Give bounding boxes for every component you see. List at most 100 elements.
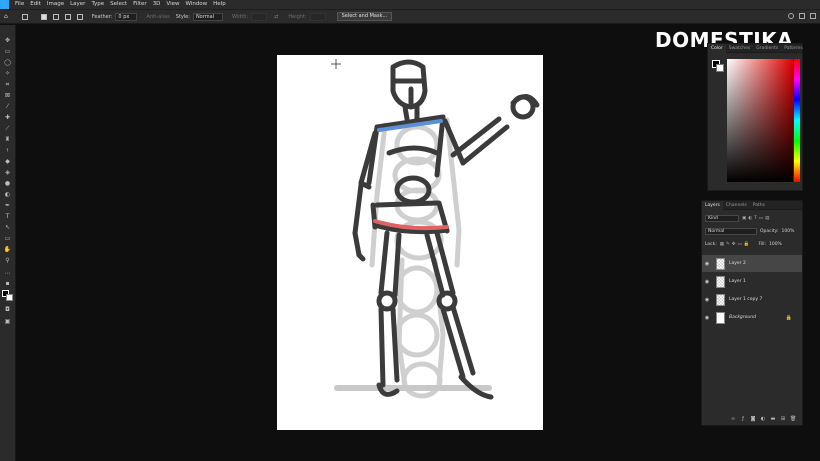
type-tool-icon[interactable]: T <box>3 213 12 220</box>
layer-row-layer-1-copy-7[interactable]: ◉ Layer 1 copy 7 <box>702 291 802 308</box>
eyedropper-icon[interactable]: ⁄ <box>3 103 12 110</box>
intersect-selection-icon[interactable] <box>76 13 83 20</box>
quick-mask-icon[interactable]: ◘ <box>3 306 12 313</box>
hand-tool-icon[interactable]: ✋ <box>3 246 12 253</box>
layer-row-layer-1[interactable]: ◉ Layer 1 <box>702 273 802 290</box>
delete-layer-icon[interactable]: 🗑 <box>790 416 796 422</box>
style-select[interactable]: Normal <box>192 12 223 21</box>
antialias-checkbox[interactable]: Anti-alias <box>146 14 169 20</box>
rectangle-tool-icon[interactable]: ▭ <box>3 235 12 242</box>
tab-swatches[interactable]: Swatches <box>726 44 754 53</box>
layer-row-background[interactable]: ◉ Background 🔒 <box>702 309 802 326</box>
fill-value[interactable]: 100% <box>769 242 782 247</box>
menu-3d[interactable]: 3D <box>150 0 164 9</box>
new-selection-icon[interactable] <box>40 13 47 20</box>
menu-help[interactable]: Help <box>210 0 229 9</box>
eye-icon[interactable]: ◉ <box>702 297 712 303</box>
eye-icon[interactable]: ◉ <box>702 261 712 267</box>
menu-image[interactable]: Image <box>44 0 67 9</box>
screen-mode-icon[interactable]: ▣ <box>3 318 12 325</box>
new-group-icon[interactable]: ▬ <box>770 416 776 422</box>
menu-filter[interactable]: Filter <box>130 0 150 9</box>
link-layers-icon[interactable]: ∞ <box>730 416 736 422</box>
layer-row-layer-2[interactable]: ◉ Layer 2 <box>702 255 802 272</box>
brush-tool-icon[interactable]: ⟋ <box>3 125 12 132</box>
edit-toolbar-icon[interactable]: ⋯ <box>3 270 12 277</box>
select-and-mask-button[interactable]: Select and Mask... <box>336 12 393 21</box>
tools-panel: ✥ ▭ ◯ ✧ ⌗ ⊠ ⁄ ✚ ⟋ ♜ ⟊ ◆ ◈ ● ◐ ✒ T ↖ ▭ ✋ … <box>0 25 16 461</box>
filter-icons[interactable]: ▣◐T▭▤ <box>742 216 771 221</box>
swap-dimensions-icon[interactable]: ⇄ <box>274 14 278 20</box>
hue-slider[interactable] <box>794 59 800 182</box>
home-icon[interactable]: ⌂ <box>4 13 8 20</box>
frame-tool-icon[interactable]: ⊠ <box>3 92 12 99</box>
crosshair-cursor-icon <box>331 59 341 69</box>
menu-view[interactable]: View <box>163 0 182 9</box>
tab-layers[interactable]: Layers <box>702 200 723 210</box>
photoshop-window: File Edit Image Layer Type Select Filter… <box>0 0 820 461</box>
add-selection-icon[interactable] <box>52 13 59 20</box>
menu-layer[interactable]: Layer <box>67 0 88 9</box>
photoshop-logo-icon <box>0 0 9 9</box>
menu-bar: File Edit Image Layer Type Select Filter… <box>0 0 820 9</box>
lasso-tool-icon[interactable]: ◯ <box>3 59 12 66</box>
workspace-icon[interactable] <box>799 13 805 19</box>
tab-channels[interactable]: Channels <box>723 201 750 210</box>
layers-panel-tabs: Layers Channels Paths <box>702 200 802 210</box>
magic-wand-icon[interactable]: ✧ <box>3 70 12 77</box>
history-brush-icon[interactable]: ⟊ <box>3 147 12 154</box>
clone-stamp-icon[interactable]: ♜ <box>3 136 12 143</box>
menu-edit[interactable]: Edit <box>27 0 44 9</box>
menu-window[interactable]: Window <box>182 0 210 9</box>
height-input[interactable] <box>309 12 326 21</box>
pen-tool-icon[interactable]: ✒ <box>3 202 12 209</box>
layer-filter-select[interactable]: Kind <box>705 214 739 222</box>
eraser-icon[interactable]: ◆ <box>3 158 12 165</box>
document-canvas[interactable] <box>277 55 543 430</box>
options-right-icons <box>788 13 816 19</box>
default-colors-icon[interactable]: ▪ <box>3 280 12 287</box>
marquee-preset-icon[interactable] <box>21 13 28 20</box>
zoom-tool-icon[interactable]: ⚲ <box>3 257 12 264</box>
layer-thumbnail <box>716 257 725 270</box>
path-selection-icon[interactable]: ↖ <box>3 224 12 231</box>
paint-bucket-icon[interactable]: ◈ <box>3 169 12 176</box>
lock-icons[interactable]: ▦✎✥▭🔒 <box>720 242 752 247</box>
move-tool-icon[interactable]: ✥ <box>3 37 12 44</box>
feather-input[interactable]: 0 px <box>115 12 138 21</box>
layer-style-icon[interactable]: ƒ <box>740 416 746 422</box>
share-icon[interactable] <box>810 13 816 19</box>
blend-mode-select[interactable]: Normal <box>705 227 757 235</box>
search-icon[interactable] <box>788 13 794 19</box>
width-label: Width: <box>231 13 249 20</box>
healing-brush-icon[interactable]: ✚ <box>3 114 12 121</box>
eye-icon[interactable]: ◉ <box>702 279 712 285</box>
new-layer-icon[interactable]: ⊞ <box>780 416 786 422</box>
style-label: Style: <box>175 13 190 20</box>
layer-thumbnail <box>716 311 725 324</box>
menu-file[interactable]: File <box>12 0 27 9</box>
marquee-tool-icon[interactable]: ▭ <box>3 48 12 55</box>
eye-icon[interactable]: ◉ <box>702 315 712 321</box>
adjustment-layer-icon[interactable]: ◐ <box>760 416 766 422</box>
menu-type[interactable]: Type <box>88 0 107 9</box>
color-picker-field[interactable] <box>727 59 793 182</box>
tab-paths[interactable]: Paths <box>750 201 768 210</box>
tab-color[interactable]: Color <box>708 43 726 53</box>
tab-gradients[interactable]: Gradients <box>753 44 781 53</box>
menu-select[interactable]: Select <box>107 0 130 9</box>
width-input[interactable] <box>251 12 268 21</box>
subtract-selection-icon[interactable] <box>64 13 71 20</box>
options-bar: ⌂ Feather: 0 px Anti-alias Style: Normal… <box>0 9 820 24</box>
dodge-tool-icon[interactable]: ◐ <box>3 191 12 198</box>
background-color-swatch[interactable] <box>6 294 13 301</box>
layers-panel: Layers Channels Paths Kind ▣◐T▭▤ Normal … <box>701 200 803 426</box>
add-mask-icon[interactable]: ◙ <box>750 416 756 422</box>
tab-patterns[interactable]: Patterns <box>781 44 806 53</box>
layer-name: Layer 1 <box>729 279 746 284</box>
opacity-value[interactable]: 100% <box>782 229 795 234</box>
panel-background-swatch[interactable] <box>716 64 724 72</box>
fill-label: Fill: <box>758 241 766 247</box>
blur-tool-icon[interactable]: ● <box>3 180 12 187</box>
crop-tool-icon[interactable]: ⌗ <box>3 81 12 88</box>
